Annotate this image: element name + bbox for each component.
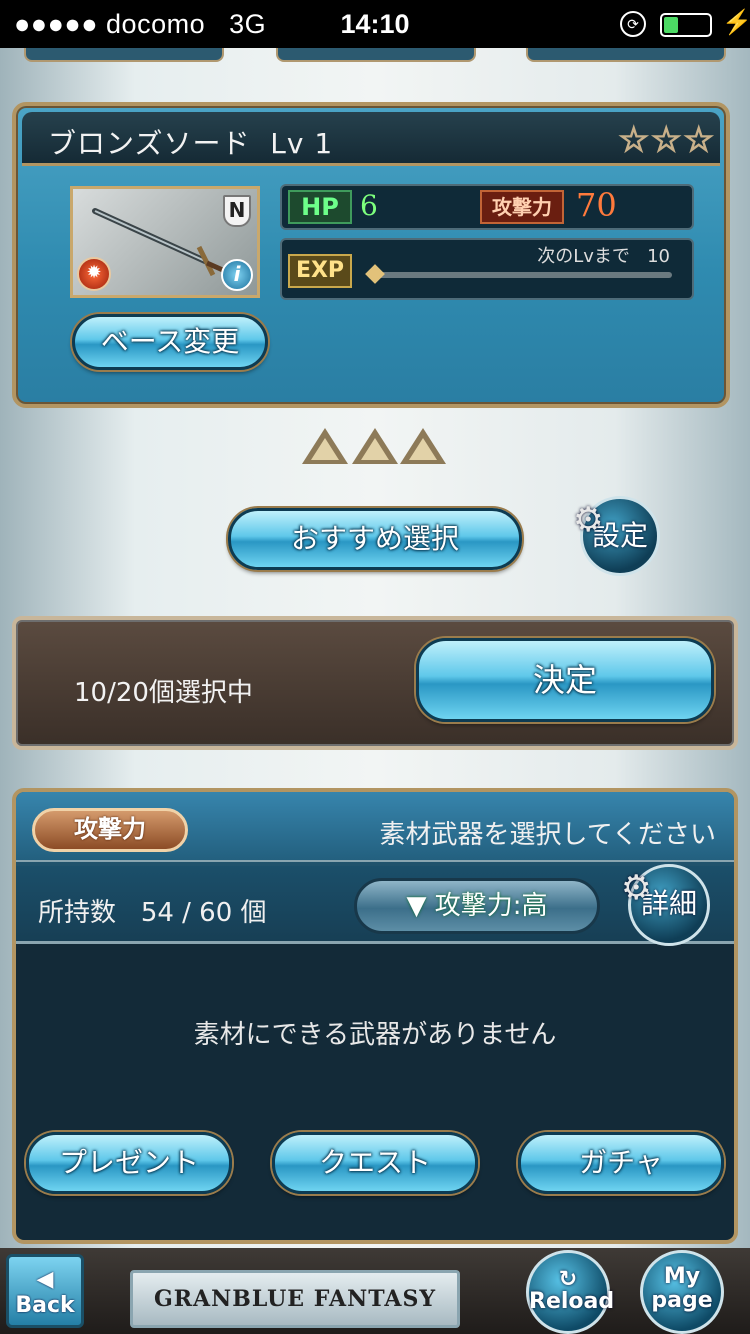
hp-label: HP xyxy=(288,190,352,224)
upgrade-rank-ornaments xyxy=(300,428,450,468)
mypage-button[interactable]: My page xyxy=(640,1250,724,1334)
status-bar: ●●●●● docomo 3G 14:10 ⟳ ⚡ xyxy=(0,0,750,48)
base-weapon-card: ブロンズソード Lv 1 ☆☆☆ N ✹ i HP 6 攻撃力 70 EXP 次… xyxy=(12,102,730,408)
back-button[interactable]: ◀ Back xyxy=(6,1254,84,1328)
sort-dropdown[interactable]: ▼ 攻撃力:高 xyxy=(354,878,600,934)
recommend-select-button[interactable]: おすすめ選択 xyxy=(228,508,522,570)
game-logo: GRANBLUE FANTASY xyxy=(130,1270,460,1328)
attack-label: 攻撃力 xyxy=(480,190,564,224)
hp-value: 6 xyxy=(360,189,378,222)
material-panel: 攻撃力 素材武器を選択してください 所持数 54 / 60 個 ▼ 攻撃力:高 … xyxy=(12,788,738,1244)
gear-icon: ⚙ xyxy=(573,500,604,540)
exp-panel: EXP 次のLvまで 10 xyxy=(280,238,694,300)
gear-icon: ⚙ xyxy=(621,868,652,908)
rank-triangle-icon xyxy=(302,428,348,464)
attack-value: 70 xyxy=(576,186,617,224)
sort-type-badge[interactable]: 攻撃力 xyxy=(32,808,188,852)
charging-icon: ⚡ xyxy=(722,9,750,36)
empty-message: 素材にできる武器がありません xyxy=(193,1020,557,1050)
selection-count: 10/20個選択中 xyxy=(74,678,253,708)
fire-element-icon: ✹ xyxy=(77,257,111,291)
present-button[interactable]: プレゼント xyxy=(26,1132,232,1194)
info-icon[interactable]: i xyxy=(221,259,253,291)
rotation-lock-icon: ⟳ xyxy=(620,11,646,37)
scrolled-panel-edge xyxy=(276,48,476,62)
rarity-badge: N xyxy=(223,195,251,227)
rank-triangle-icon xyxy=(400,428,446,464)
material-prompt: 素材武器を選択してください xyxy=(379,820,716,850)
detail-button[interactable]: ⚙ 詳細 xyxy=(621,864,710,946)
scrolled-panel-edge xyxy=(526,48,726,62)
star-rank-icon: ☆☆☆ xyxy=(618,119,716,161)
weapon-thumbnail[interactable]: N ✹ i xyxy=(70,186,260,298)
exp-bar xyxy=(365,264,672,284)
bottom-nav-bar: ◀ Back GRANBLUE FANTASY ↻ Reload My page xyxy=(0,1248,750,1334)
rank-triangle-icon xyxy=(352,428,398,464)
stat-panel: HP 6 攻撃力 70 xyxy=(280,184,694,230)
gacha-button[interactable]: ガチャ xyxy=(518,1132,724,1194)
weapon-header: ブロンズソード Lv 1 ☆☆☆ xyxy=(22,112,720,166)
quest-button[interactable]: クエスト xyxy=(272,1132,478,1194)
selection-bar: 10/20個選択中 決定 xyxy=(12,616,738,750)
reload-button[interactable]: ↻ Reload xyxy=(526,1250,614,1334)
scrolled-panel-edge xyxy=(24,48,224,62)
exp-marker xyxy=(365,264,385,284)
base-change-button[interactable]: ベース変更 xyxy=(72,314,268,370)
settings-button[interactable]: ⚙ 設定 xyxy=(573,496,660,576)
battery-icon xyxy=(660,13,712,37)
back-arrow-icon: ◀ xyxy=(36,1267,54,1292)
owned-count: 所持数 54 / 60 個 xyxy=(38,898,267,928)
next-level: 次のLvまで 10 xyxy=(537,246,670,267)
weapon-name: ブロンズソード Lv 1 xyxy=(48,127,334,160)
decide-button[interactable]: 決定 xyxy=(416,638,714,722)
exp-label: EXP xyxy=(288,254,352,288)
